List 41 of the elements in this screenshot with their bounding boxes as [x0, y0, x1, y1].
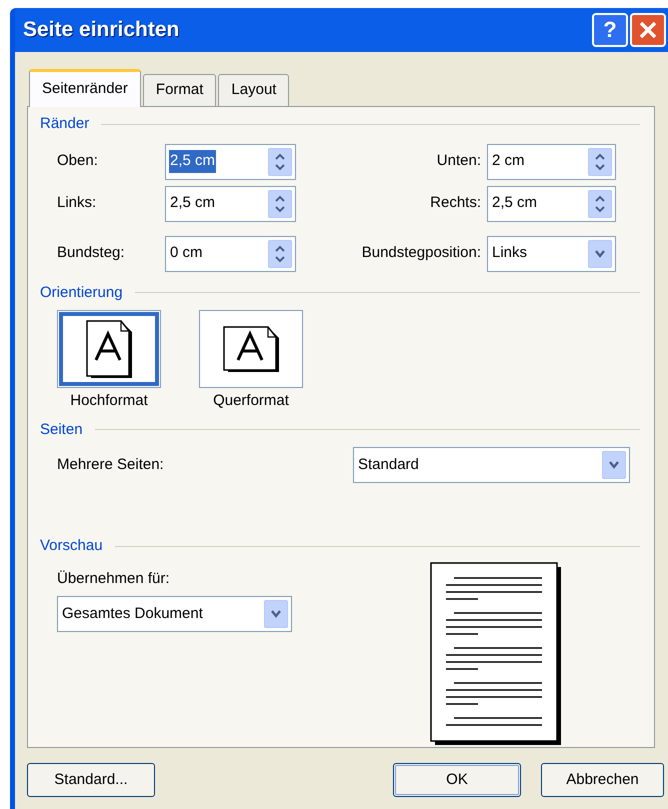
field-label: Unten:	[436, 151, 482, 172]
spin-field[interactable]: 0 cm	[165, 236, 296, 272]
option-label: Querformat	[213, 391, 289, 411]
section-heading: Ränder	[40, 114, 90, 134]
dropdown-field[interactable]: Gesamtes Dokument	[57, 596, 292, 632]
spin-field[interactable]: 2 cm	[487, 144, 616, 180]
tab[interactable]: Layout	[218, 74, 290, 107]
spin-field[interactable]: 2,5 cm	[165, 144, 296, 180]
spinner-arrows-icon[interactable]	[588, 190, 612, 218]
option-label: Hochformat	[70, 391, 148, 411]
field-label: Übernehmen für:	[57, 568, 171, 588]
section-heading: Vorschau	[40, 536, 103, 556]
dropdown-field[interactable]: Standard	[353, 447, 630, 483]
field-label: Mehrere Seiten:	[57, 454, 165, 475]
landscape-page-icon	[222, 326, 280, 372]
orientation-option[interactable]	[57, 310, 161, 388]
field-label: Bundstegposition:	[360, 243, 482, 264]
spin-field[interactable]: 2,5 cm	[165, 186, 296, 222]
close-button[interactable]	[630, 13, 666, 47]
tab[interactable]: Seitenränder	[29, 69, 141, 107]
portrait-page-icon	[86, 320, 132, 378]
help-button[interactable]: ?	[592, 13, 628, 47]
orientation-option[interactable]	[199, 310, 303, 388]
spin-field[interactable]: 2,5 cm	[487, 186, 616, 222]
window-title: Seite einrichten	[23, 17, 180, 44]
field-label: Oben:	[57, 151, 99, 172]
field-label: Links:	[57, 193, 98, 214]
field-label: Rechts:	[429, 193, 482, 214]
tab[interactable]: Format	[142, 74, 216, 107]
dialog-button[interactable]: OK	[393, 763, 521, 797]
spinner-arrows-icon[interactable]	[268, 240, 292, 268]
dialog-button[interactable]: Standard...	[27, 763, 155, 797]
spinner-arrows-icon[interactable]	[588, 148, 612, 176]
spinner-arrows-icon[interactable]	[268, 190, 292, 218]
field-label: Bundsteg:	[57, 243, 126, 264]
section-heading: Orientierung	[40, 282, 123, 302]
close-icon	[639, 21, 657, 39]
dialog-button[interactable]: Abbrechen	[541, 763, 664, 797]
dropdown-field[interactable]: Links	[487, 236, 616, 272]
section-heading: Seiten	[40, 420, 83, 440]
spinner-arrows-icon[interactable]	[268, 148, 292, 176]
